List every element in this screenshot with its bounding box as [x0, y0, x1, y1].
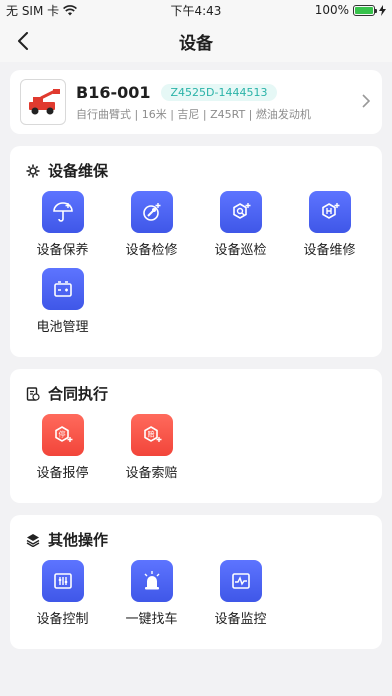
control-sliders-icon	[41, 560, 84, 602]
other-section: 其他操作 设备控制 一键找车 设备监控	[10, 515, 382, 649]
device-card[interactable]: B16-001 Z4525D-1444513 自行曲臂式 | 16米 | 吉尼 …	[10, 70, 382, 134]
contract-document-icon	[26, 386, 40, 401]
umbrella-icon	[41, 191, 84, 233]
repair-wrench-icon	[130, 191, 173, 233]
device-info: B16-001 Z4525D-1444513 自行曲臂式 | 16米 | 吉尼 …	[76, 83, 311, 122]
inspect-search-icon	[219, 191, 262, 233]
monitor-pulse-icon	[219, 560, 262, 602]
back-button[interactable]	[10, 28, 36, 54]
grid-item-label: 设备巡检	[214, 243, 267, 258]
battery-management-button[interactable]: 电池管理	[18, 268, 107, 335]
grid-item-label: 设备控制	[36, 612, 89, 627]
stop-report-icon: 停	[41, 414, 84, 456]
find-vehicle-button[interactable]: 一键找车	[107, 560, 196, 627]
battery-icon	[353, 4, 377, 16]
status-right: 100%	[315, 3, 386, 17]
charging-icon	[379, 4, 386, 16]
boom-lift-icon	[29, 89, 60, 115]
device-monitor-button[interactable]: 设备监控	[196, 560, 285, 627]
battery-icon	[41, 268, 84, 310]
navbar: 设备	[0, 20, 392, 62]
device-specs: 自行曲臂式 | 16米 | 吉尼 | Z45RT | 燃油发动机	[76, 107, 311, 121]
clock: 下午4:43	[170, 3, 222, 18]
wifi-icon	[63, 4, 78, 15]
status-bar: 无 SIM 卡 下午4:43 100%	[0, 0, 392, 20]
chevron-left-icon	[18, 32, 28, 50]
claim-icon: 赔	[130, 414, 173, 456]
page-title: 设备	[179, 33, 213, 54]
chevron-right-icon	[362, 94, 370, 108]
device-thumbnail	[20, 79, 66, 125]
device-serial-badge: Z4525D-1444513	[160, 83, 278, 101]
device-suspend-button[interactable]: 停 设备报停	[18, 414, 107, 481]
device-upkeep-button[interactable]: 设备保养	[18, 191, 107, 258]
section-title-contract: 合同执行	[48, 385, 109, 403]
maintenance-section: 设备维保 设备保养 设备检修 设备巡检 设备维修 电池管理	[10, 146, 382, 357]
grid-item-label: 设备监控	[214, 612, 267, 627]
layers-icon	[26, 533, 40, 547]
battery-percent: 100%	[314, 3, 349, 17]
carrier-label: 无 SIM 卡	[6, 3, 60, 18]
device-control-button[interactable]: 设备控制	[18, 560, 107, 627]
gear-icon	[26, 164, 40, 177]
grid-item-label: 设备报停	[36, 466, 89, 481]
grid-item-label: 设备索赔	[125, 466, 178, 481]
device-patrol-button[interactable]: 设备巡检	[196, 191, 285, 258]
status-left: 无 SIM 卡	[6, 2, 78, 19]
svg-text:赔: 赔	[147, 430, 154, 439]
svg-text:停: 停	[58, 430, 65, 439]
alarm-beacon-icon	[130, 560, 173, 602]
device-code: B16-001	[76, 82, 151, 102]
device-claim-button[interactable]: 赔 设备索赔	[107, 414, 196, 481]
section-title-maintenance: 设备维保	[48, 162, 109, 180]
contract-section: 合同执行 停 设备报停 赔 设备索赔	[10, 369, 382, 503]
grid-item-label: 一键找车	[125, 612, 178, 627]
section-title-other: 其他操作	[48, 531, 109, 549]
grid-item-label: 设备保养	[36, 243, 89, 258]
grid-item-label: 设备维修	[303, 243, 356, 258]
repair-tools-icon	[308, 191, 351, 233]
grid-item-label: 电池管理	[36, 320, 89, 335]
device-repair-button[interactable]: 设备维修	[285, 191, 374, 258]
device-overhaul-button[interactable]: 设备检修	[107, 191, 196, 258]
grid-item-label: 设备检修	[125, 243, 178, 258]
